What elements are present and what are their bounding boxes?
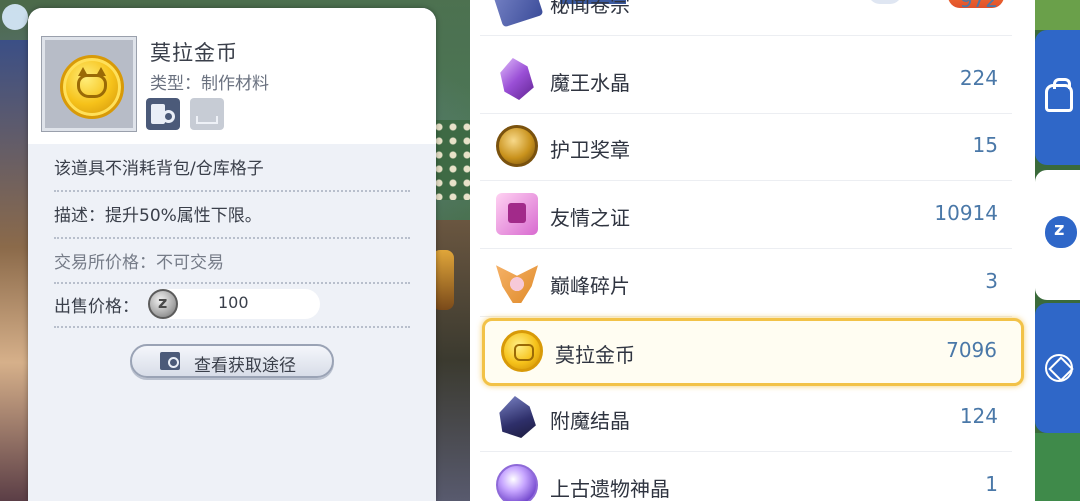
item-sell-price-row: 出售价格： 100: [54, 289, 410, 328]
inventory-item-count: 1: [985, 472, 998, 496]
inventory-item-name: 莫拉金币: [555, 343, 635, 367]
inventory-item-name: 秘闻卷宗: [550, 0, 630, 17]
inventory-item-count: 3: [985, 269, 998, 293]
coin-icon: [501, 330, 543, 372]
money-bag-icon: [1045, 216, 1077, 248]
sell-price-label: 出售价格：: [54, 297, 139, 317]
item-storage-icon[interactable]: [190, 98, 224, 130]
item-trade-price: 交易所价格：不可交易: [54, 248, 410, 284]
orb-icon: [496, 464, 538, 501]
scenery-grass: [1035, 433, 1080, 501]
inventory-item[interactable]: 友情之证 10914: [480, 181, 1012, 249]
view-source-label: 查看获取途径: [194, 356, 296, 376]
inventory-item-count: 10914: [934, 201, 998, 225]
side-tab-bar: [1035, 0, 1080, 501]
magic-circle-icon: [1045, 354, 1073, 382]
inventory-item-name: 魔王水晶: [550, 71, 630, 95]
medal-icon: [496, 125, 538, 167]
wing-icon: [496, 265, 538, 303]
inventory-item-name: 护卫奖章: [550, 138, 630, 162]
sell-price-value: 100: [218, 293, 249, 312]
item-codex-icon[interactable]: [146, 98, 180, 130]
item-type: 类型：制作材料: [150, 74, 269, 94]
inventory-item[interactable]: 巅峰碎片 3: [480, 249, 1012, 317]
inventory-item[interactable]: 魔王水晶 224: [480, 46, 1012, 114]
item-name: 莫拉金币: [150, 41, 238, 65]
inventory-item-selected[interactable]: 莫拉金币 7096: [482, 318, 1024, 386]
item-note: 该道具不消耗背包/仓库格子: [54, 154, 410, 192]
codex-search-icon: [160, 352, 180, 370]
inventory-item-name: 友情之证: [550, 206, 630, 230]
inventory-item[interactable]: 上古遗物神晶 1: [480, 452, 1012, 501]
item-description: 描述：提升50%属性下限。: [54, 201, 410, 239]
ticket-icon: [496, 193, 538, 235]
scenery-leaf: [1035, 0, 1080, 30]
scenery-flowers: [432, 120, 472, 200]
dark-crystal-icon: [499, 396, 536, 438]
inventory-item[interactable]: 附魔结晶 124: [480, 384, 1012, 452]
inventory-item-count: 15: [972, 133, 998, 157]
inventory-item-count: 124: [959, 404, 998, 428]
inventory-item-name: 巅峰碎片: [550, 274, 630, 298]
scroll-icon: [490, 0, 544, 28]
inventory-item[interactable]: 秘闻卷宗 972: [480, 0, 1012, 36]
inventory-list[interactable]: 秘闻卷宗 972 魔王水晶 224 护卫奖章 15 友情之证 10914 巅峰碎…: [470, 0, 1035, 501]
inventory-item[interactable]: 护卫奖章 15: [480, 113, 1012, 181]
paw-icon: [2, 4, 28, 30]
inventory-item-count: 972: [959, 0, 998, 12]
backpack-icon: [1045, 78, 1073, 112]
inventory-item-name: 附魔结晶: [550, 409, 630, 433]
item-header: 莫拉金币 类型：制作材料: [28, 8, 436, 144]
crystal-icon: [500, 58, 534, 100]
item-detail-panel: 莫拉金币 类型：制作材料 该道具不消耗背包/仓库格子 描述：提升50%属性下限。…: [28, 8, 436, 501]
view-source-button[interactable]: 查看获取途径: [130, 344, 334, 378]
mora-gold-coin-icon: [60, 55, 124, 119]
item-icon-frame: [41, 36, 137, 132]
zeny-coin-icon: [148, 289, 178, 319]
inventory-item-count: 224: [959, 66, 998, 90]
sell-price-pill: 100: [148, 289, 320, 319]
inventory-item-name: 上古遗物神晶: [550, 477, 670, 501]
inventory-item-count: 7096: [946, 338, 997, 362]
